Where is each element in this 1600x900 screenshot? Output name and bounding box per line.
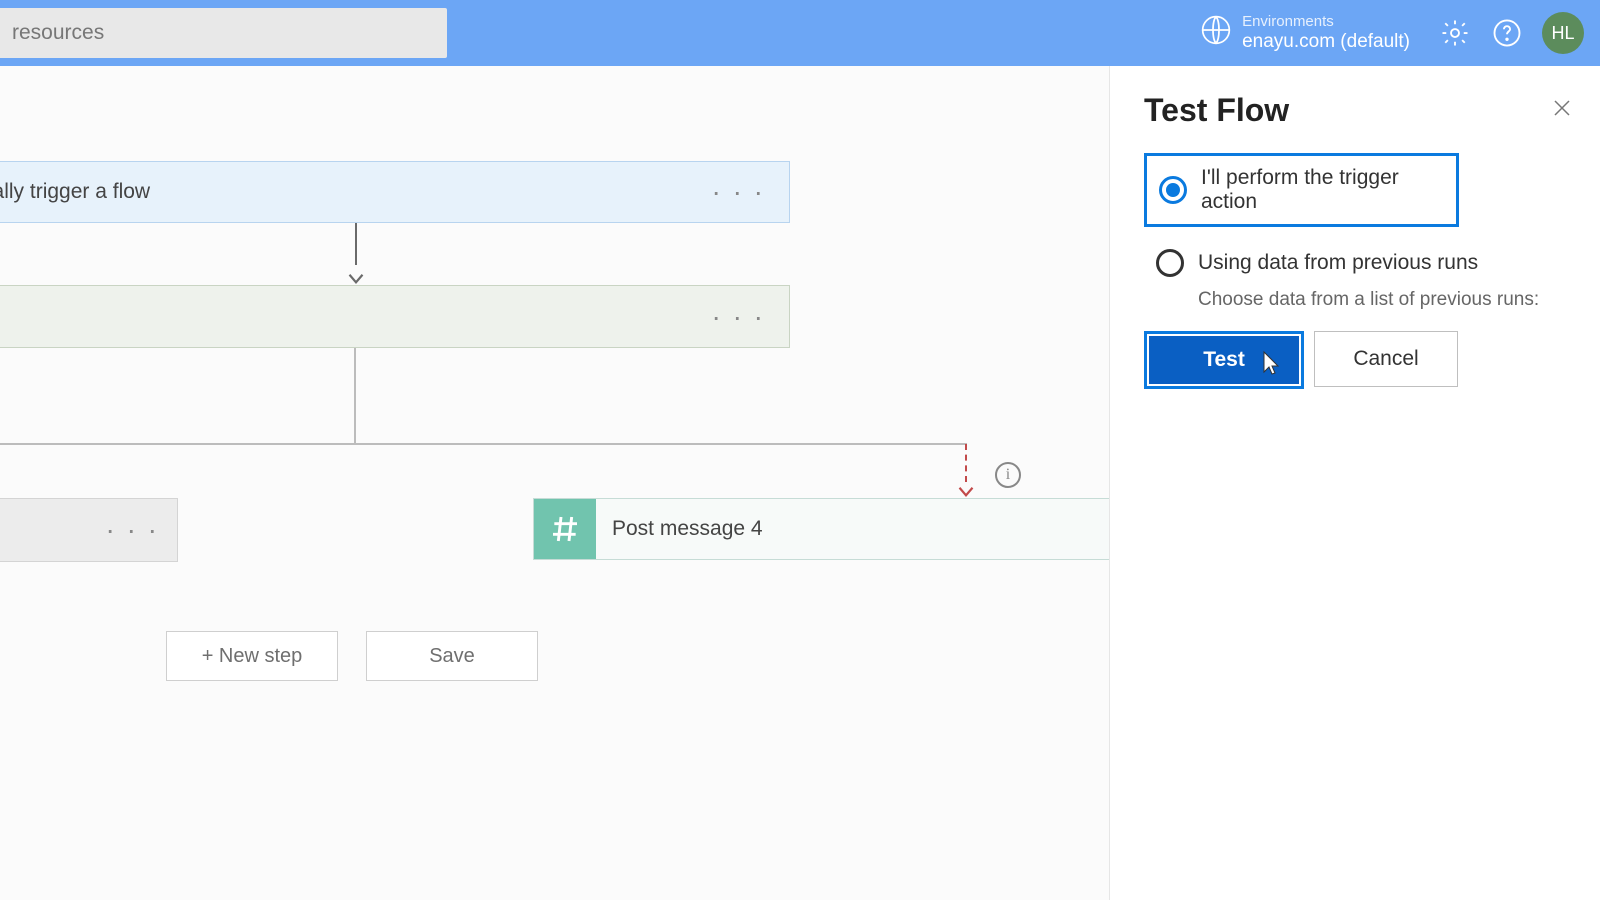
test-button-highlight: Test	[1144, 331, 1304, 389]
flow-canvas: Manually trigger a flow · · · HTTP · · ·…	[0, 66, 1109, 900]
branch-step[interactable]: · · ·	[0, 498, 178, 562]
header-right: Environments enayu.com (default) HL	[1200, 0, 1584, 66]
step-menu-icon[interactable]: · · ·	[105, 514, 159, 546]
panel-buttons: Test Cancel	[1144, 331, 1570, 389]
test-button-label: Test	[1203, 348, 1245, 372]
trigger-label: Manually trigger a flow	[0, 180, 150, 204]
step-menu-icon[interactable]: · · ·	[711, 301, 765, 333]
test-button[interactable]: Test	[1149, 336, 1299, 384]
search-input[interactable]: resources	[0, 8, 447, 58]
post-message-step[interactable]: Post message 4	[533, 498, 1109, 560]
failure-branch-icon	[965, 444, 967, 482]
info-icon[interactable]: i	[995, 462, 1021, 488]
option-previous-runs[interactable]: Using data from previous runs	[1144, 239, 1570, 287]
post-label: Post message 4	[612, 517, 763, 541]
canvas-footer: + New step Save	[166, 631, 538, 681]
radio-unchecked-icon	[1156, 249, 1184, 277]
new-step-button[interactable]: + New step	[166, 631, 338, 681]
env-name: enayu.com (default)	[1242, 31, 1410, 54]
avatar[interactable]: HL	[1542, 12, 1584, 54]
option-label: Using data from previous runs	[1198, 251, 1478, 275]
app-header: resources Environments enayu.com (defaul…	[0, 0, 1600, 66]
cancel-button[interactable]: Cancel	[1314, 331, 1458, 387]
step-menu-icon[interactable]: · · ·	[711, 176, 765, 208]
close-icon[interactable]	[1550, 96, 1574, 125]
connector-line	[0, 443, 967, 445]
connector-line	[354, 348, 356, 443]
help-icon[interactable]	[1490, 16, 1524, 50]
trigger-step[interactable]: Manually trigger a flow · · ·	[0, 161, 790, 223]
cursor-icon	[1257, 350, 1281, 384]
hashtag-icon	[534, 499, 596, 559]
env-label: Environments	[1242, 13, 1410, 31]
save-button[interactable]: Save	[366, 631, 538, 681]
globe-icon	[1200, 14, 1232, 51]
radio-checked-icon	[1159, 176, 1187, 204]
http-step[interactable]: HTTP · · ·	[0, 285, 790, 348]
option-hint: Choose data from a list of previous runs…	[1198, 289, 1570, 311]
test-flow-panel: Test Flow I'll perform the trigger actio…	[1109, 66, 1600, 900]
panel-title: Test Flow	[1144, 92, 1570, 129]
option-label: I'll perform the trigger action	[1201, 166, 1444, 214]
environment-picker[interactable]: Environments enayu.com (default)	[1200, 13, 1410, 54]
option-perform-trigger[interactable]: I'll perform the trigger action	[1144, 153, 1459, 227]
settings-icon[interactable]	[1438, 16, 1472, 50]
